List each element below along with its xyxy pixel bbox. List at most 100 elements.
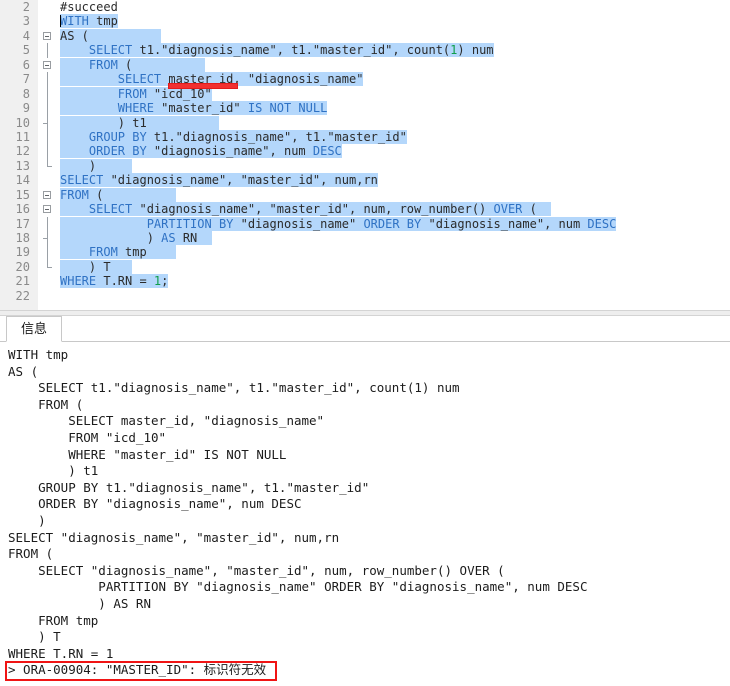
- editor-line-code: FROM (: [60, 187, 176, 202]
- output-sql-line: PARTITION BY "diagnosis_name" ORDER BY "…: [8, 579, 588, 595]
- output-sql-line: GROUP BY t1."diagnosis_name", t1."master…: [8, 479, 370, 495]
- editor-line[interactable]: 19 FROM tmp: [0, 245, 730, 260]
- text-cursor: [60, 15, 61, 28]
- output-sql-line: SELECT t1."diagnosis_name", t1."master_i…: [8, 380, 460, 396]
- fold-collapse-icon[interactable]: [38, 58, 60, 72]
- editor-line[interactable]: 11 GROUP BY t1."diagnosis_name", t1."mas…: [0, 129, 730, 145]
- editor-line-code: #succeed: [60, 0, 118, 14]
- output-sql-line: SELECT master_id, "diagnosis_name": [8, 413, 325, 429]
- editor-line[interactable]: 21 WHERE T.RN = 1;: [0, 274, 730, 289]
- output-rows: WITH tmp AS ( SELECT t1."diagnosis_name",…: [0, 347, 730, 683]
- output-sql-line: SELECT "diagnosis_name", "master_id", nu…: [8, 529, 340, 545]
- fold-end-icon: [38, 259, 60, 274]
- editor-line-code: GROUP BY t1."diagnosis_name", t1."master…: [60, 129, 407, 144]
- sql-editor[interactable]: 2 #succeed 3 WITH tmp 4 AS ( 5 SELECT t1."dia…: [0, 0, 730, 310]
- editor-line[interactable]: 8 FROM "icd_10": [0, 86, 730, 102]
- line-number: 8: [22, 86, 30, 101]
- fold-guide-icon: [38, 72, 60, 87]
- line-number: 6: [22, 57, 30, 72]
- line-number: 17: [15, 216, 30, 231]
- output-sql-line: ) AS RN: [8, 595, 151, 611]
- error-message-line: > ORA-00904: "MASTER_ID": 标识符无效: [8, 662, 267, 678]
- editor-line[interactable]: 16 SELECT "diagnosis_name", "master_id",…: [0, 202, 730, 217]
- editor-line[interactable]: 4 AS (: [0, 28, 730, 43]
- editor-line[interactable]: 3 WITH tmp: [0, 14, 730, 29]
- fold-guide-icon: [38, 144, 60, 159]
- fold-tick-icon: [38, 231, 60, 246]
- line-number: 10: [15, 115, 30, 130]
- output-sql-line: ORDER BY "diagnosis_name", num DESC: [8, 496, 302, 512]
- line-number: 18: [15, 231, 30, 245]
- output-sql-line: WHERE "master_id" IS NOT NULL: [8, 446, 287, 462]
- editor-line-code: SELECT "diagnosis_name", "master_id", nu…: [60, 173, 378, 188]
- output-sql-line: WITH tmp: [8, 347, 69, 362]
- line-number: 19: [15, 245, 30, 260]
- line-number: 7: [22, 72, 30, 87]
- fold-collapse-icon[interactable]: [38, 29, 60, 43]
- editor-line[interactable]: 13 ): [0, 158, 730, 173]
- output-sql-line: AS (: [8, 363, 39, 379]
- editor-line[interactable]: 22: [0, 289, 730, 303]
- line-number: 9: [22, 101, 30, 116]
- editor-line-code: FROM (: [60, 57, 205, 72]
- line-number: 15: [15, 187, 30, 202]
- line-number: 12: [15, 144, 30, 159]
- line-number: 14: [15, 173, 30, 188]
- fold-guide-icon: [38, 86, 60, 102]
- fold-guide-icon: [38, 43, 60, 58]
- red-underline-annotation-icon: [168, 83, 238, 90]
- output-sql-line: ) t1: [8, 463, 99, 479]
- editor-line[interactable]: 10 ) t1: [0, 115, 730, 130]
- fold-tick-icon: [38, 115, 60, 130]
- fold-guide-icon: [38, 245, 60, 260]
- fold-collapse-icon[interactable]: [38, 188, 60, 202]
- editor-line-code: ORDER BY "diagnosis_name", num DESC: [60, 144, 342, 159]
- editor-line-code: WHERE "master_id" IS NOT NULL: [60, 101, 328, 116]
- line-number: 2: [22, 0, 30, 14]
- editor-line-code: SELECT "diagnosis_name", "master_id", nu…: [60, 202, 552, 217]
- line-number: 3: [22, 14, 30, 29]
- results-tabstrip[interactable]: 信息: [0, 316, 730, 342]
- fold-guide-icon: [38, 101, 60, 116]
- output-sql-line: ) T: [8, 629, 61, 645]
- line-number: 21: [15, 274, 30, 289]
- line-number: 22: [15, 288, 30, 303]
- editor-line-code: ): [60, 158, 133, 173]
- output-sql-line: WHERE T.RN = 1: [8, 645, 114, 661]
- output-blank-line: [0, 679, 730, 683]
- line-number: 5: [22, 43, 30, 58]
- editor-line[interactable]: 17 PARTITION BY "diagnosis_name" ORDER B…: [0, 216, 730, 231]
- fold-collapse-icon[interactable]: [38, 202, 60, 216]
- editor-line[interactable]: 14 SELECT "diagnosis_name", "master_id", …: [0, 173, 730, 188]
- editor-line[interactable]: 6 FROM (: [0, 57, 730, 72]
- editor-line-code: ) AS RN: [60, 231, 212, 245]
- editor-line[interactable]: 15 FROM (: [0, 187, 730, 202]
- editor-line[interactable]: 2 #succeed: [0, 0, 730, 14]
- editor-line-code: WHERE T.RN = 1;: [60, 274, 169, 289]
- output-sql-line: SELECT "diagnosis_name", "master_id", nu…: [8, 562, 505, 578]
- output-sql-line: ): [8, 512, 46, 528]
- line-number: 4: [22, 28, 30, 43]
- output-sql-line: FROM tmp: [8, 612, 99, 628]
- editor-rows[interactable]: 2 #succeed 3 WITH tmp 4 AS ( 5 SELECT t1."dia…: [0, 0, 730, 303]
- editor-line[interactable]: 5 SELECT t1."diagnosis_name", t1."master…: [0, 43, 730, 58]
- output-sql-line: FROM (: [8, 546, 54, 562]
- editor-line-code: ) t1: [60, 115, 219, 130]
- line-number: 11: [15, 129, 30, 144]
- message-output-panel[interactable]: WITH tmp AS ( SELECT t1."diagnosis_name",…: [0, 342, 730, 683]
- fold-guide-icon: [38, 216, 60, 231]
- fold-guide-icon: [38, 129, 60, 145]
- editor-line[interactable]: 12 ORDER BY "diagnosis_name", num DESC: [0, 144, 730, 159]
- tab-info[interactable]: 信息: [6, 316, 63, 342]
- editor-line[interactable]: 20 ) T: [0, 259, 730, 274]
- editor-line[interactable]: 7 SELECT master_id, "diagnosis_name": [0, 72, 730, 87]
- editor-line[interactable]: 9 WHERE "master_id" IS NOT NULL: [0, 101, 730, 116]
- editor-line[interactable]: 18 ) AS RN: [0, 231, 730, 246]
- line-number: 13: [15, 158, 30, 173]
- line-number: 16: [15, 202, 30, 217]
- editor-line-code: PARTITION BY "diagnosis_name" ORDER BY "…: [60, 216, 617, 231]
- line-number: 20: [15, 259, 30, 274]
- fold-end-icon: [38, 158, 60, 173]
- editor-line-code: FROM tmp: [60, 245, 176, 260]
- editor-line-code: WITH tmp: [60, 14, 118, 29]
